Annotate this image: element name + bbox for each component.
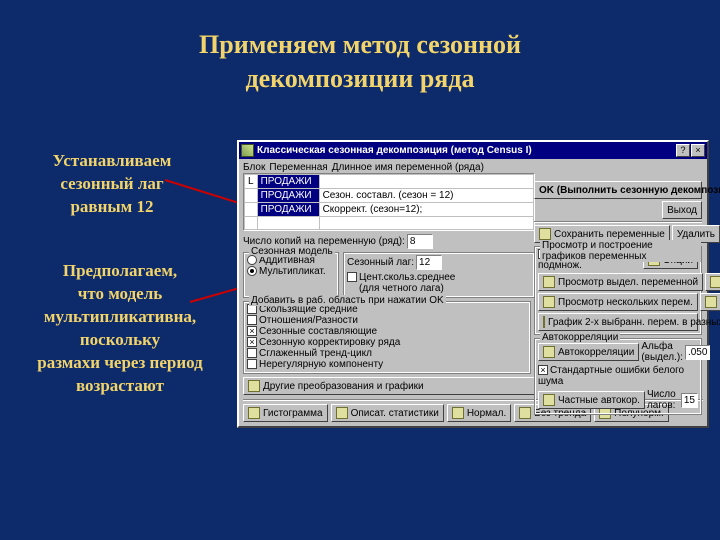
graph-button[interactable]: График xyxy=(705,273,720,291)
annotation-lag: Устанавливаем сезонный лаг равным 12 xyxy=(12,150,212,219)
plot-icon xyxy=(519,407,531,419)
window-title: Классическая сезонная декомпозиция (мето… xyxy=(257,145,675,156)
radio-multiplicative[interactable]: Мультипликат. xyxy=(247,266,335,277)
copies-input[interactable]: 8 xyxy=(407,234,433,249)
view-selected-button[interactable]: Просмотр выдел. переменной xyxy=(538,273,703,291)
histogram-icon xyxy=(248,407,260,419)
close-button[interactable]: × xyxy=(691,144,705,157)
chart-icon xyxy=(705,296,717,308)
chart-icon xyxy=(543,316,545,328)
check-seascorr[interactable]: ×Сезонную корректировку ряда xyxy=(247,337,527,348)
check-ratios[interactable]: Отношения/Разности xyxy=(247,315,527,326)
normal-button[interactable]: Нормал. xyxy=(447,404,511,422)
table-icon xyxy=(543,276,555,288)
table-icon xyxy=(543,296,555,308)
lag-group: Сезонный лаг: 12 Цент.скольз.среднее (дл… xyxy=(343,252,535,298)
season-model-group: Сезонная модель Аддитивная Мультипликат. xyxy=(243,252,339,298)
header-long: Длинное имя переменной (ряда) xyxy=(332,162,703,173)
lag-label: Сезонный лаг: xyxy=(347,257,414,268)
wrench-icon xyxy=(248,380,260,392)
lags-input[interactable]: 15 xyxy=(681,393,698,408)
slide-title: Применяем метод сезонной декомпозиции ря… xyxy=(0,0,720,96)
bars-icon xyxy=(543,394,555,406)
desc-stats-button[interactable]: Описат. статистики xyxy=(331,404,444,422)
check-centered[interactable]: Цент.скольз.среднее xyxy=(347,272,531,283)
disk-icon xyxy=(539,228,551,240)
other-transforms-button[interactable]: Другие преобразования и графики xyxy=(243,377,535,395)
check-smoothtc[interactable]: Сглаженный тренд-цикл xyxy=(247,348,527,359)
header-block: Блок xyxy=(243,162,265,173)
view-group: Просмотр и построение графиков переменны… xyxy=(534,246,702,335)
titlebar[interactable]: Классическая сезонная декомпозиция (мето… xyxy=(239,142,707,159)
variable-grid[interactable]: LПРОДАЖИ ПРОДАЖИСезон. составл. (сезон =… xyxy=(243,173,535,231)
exit-button[interactable]: Выход xyxy=(662,201,702,219)
partial-autocorr-button[interactable]: Частные автокор. xyxy=(538,391,645,409)
autocorr-button[interactable]: Автокорреляции xyxy=(538,343,639,361)
bars-icon xyxy=(543,346,555,358)
decomposition-dialog: Классическая сезонная декомпозиция (мето… xyxy=(237,140,709,428)
check-stderr[interactable]: ×Стандартные ошибки белого шума xyxy=(538,365,698,387)
add-on-ok-group: Добавить в раб. область при нажатии OK С… xyxy=(243,301,531,374)
check-seascomp[interactable]: ×Сезонные составляющие xyxy=(247,326,527,337)
chart-icon xyxy=(710,276,720,288)
annotation-model: Предполагаем, что модель мультипликативн… xyxy=(4,260,236,398)
check-irreg[interactable]: Нерегулярную компоненту xyxy=(247,359,527,370)
autocorr-group: Автокорреляции АвтокорреляцииАльфа (выде… xyxy=(534,338,702,415)
ok-button[interactable]: OK (Выполнить сезонную декомпозицию) xyxy=(534,181,702,199)
lag-input[interactable]: 12 xyxy=(416,255,442,270)
histogram-button[interactable]: Гистограмма xyxy=(243,404,328,422)
graph-two-scales-button[interactable]: График 2-х выбранн. перем. в разных масш… xyxy=(538,313,698,331)
alpha-input[interactable]: .050 xyxy=(685,345,710,360)
graph-button-2[interactable]: График xyxy=(700,293,720,311)
table-icon xyxy=(336,407,348,419)
plot-icon xyxy=(452,407,464,419)
view-multi-button[interactable]: Просмотр нескольких перем. xyxy=(538,293,698,311)
help-button[interactable]: ? xyxy=(676,144,690,157)
header-var: Переменная xyxy=(269,162,327,173)
app-icon xyxy=(241,144,254,157)
